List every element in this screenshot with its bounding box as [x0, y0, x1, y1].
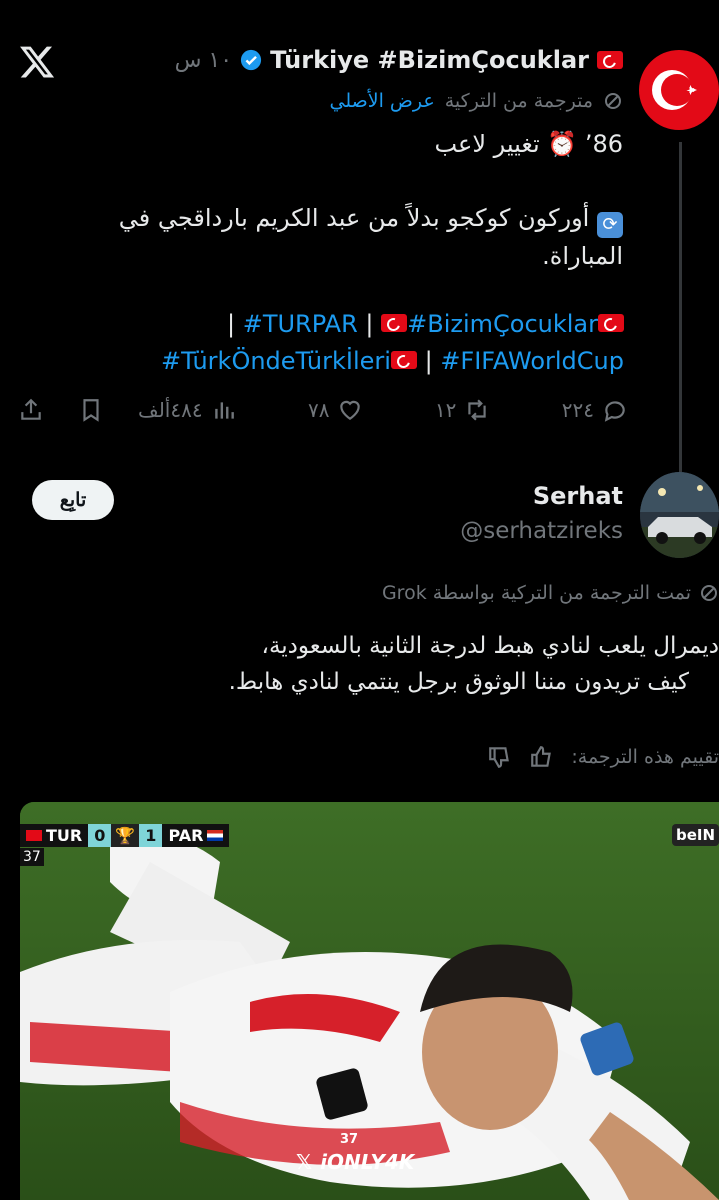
show-original-link[interactable]: عرض الأصلي: [330, 90, 435, 112]
home-team: TUR: [46, 825, 83, 845]
grok-translation-row: تمت الترجمة من التركية بواسطة Grok: [382, 582, 719, 604]
separator: |: [365, 310, 374, 338]
like-button[interactable]: ٧٨: [308, 397, 363, 423]
watermark-text: iONLY4K: [320, 1150, 415, 1174]
retweet-button[interactable]: ١٢: [435, 397, 490, 423]
grok-translation-label: تمت الترجمة من التركية بواسطة Grok: [381, 582, 691, 604]
translation-row: مترجمة من التركية عرض الأصلي: [330, 90, 624, 112]
turkey-flag-icon: [597, 51, 623, 69]
scorebug: TUR 0 🏆 1 PAR: [20, 822, 230, 848]
substitution-detail: أوركون كوكجو بدلاً من عبد الكريم بارداقج…: [118, 204, 623, 270]
home-score: 0: [88, 823, 112, 847]
hashtag-fifaworldcup[interactable]: #FIFAWorldCup: [440, 347, 624, 375]
away-score: 1: [139, 823, 163, 847]
x-logo-icon[interactable]: [18, 42, 56, 82]
author-avatar[interactable]: [639, 50, 719, 130]
tweet-time[interactable]: ١٠ س: [175, 48, 233, 73]
thumbs-up-icon[interactable]: [529, 744, 555, 770]
like-icon: [340, 400, 361, 420]
translate-icon: [605, 93, 621, 109]
hashtags: | #TURPAR | #BizimÇocuklar #TürkÖndeTürk…: [100, 306, 624, 380]
watermark: 𝕏 iONLY4K: [296, 1150, 414, 1174]
tweet-actions: ٤٨٤ألف ٧٨ ١٢ ٢٢٤: [18, 390, 628, 430]
retweets-count: ١٢: [434, 398, 457, 422]
substitution-label: تغيير لاعب: [434, 130, 540, 158]
views-button[interactable]: ٤٨٤ألف: [138, 397, 237, 423]
reply-author-handle[interactable]: @serhatzireks: [460, 518, 623, 544]
trophy-icon: 🏆: [111, 823, 140, 847]
reply-author-name[interactable]: Serhat: [533, 482, 623, 510]
reply-line-2: كيف تريدون مننا الوثوق برجل ينتمي لنادي …: [228, 669, 689, 695]
photo-scene: [20, 802, 719, 1200]
share-icon: [21, 398, 41, 420]
hashtag-bizimcocuklar[interactable]: #BizimÇocuklar: [407, 310, 598, 338]
repeat-emoji-icon: ⟳: [597, 212, 623, 238]
translate-icon: [701, 585, 717, 601]
share-button[interactable]: [18, 397, 44, 423]
x-logo-icon: 𝕏: [296, 1150, 313, 1174]
tweet-header: ١٠ س Türkiye #BizimÇocuklar: [175, 46, 623, 74]
rate-translation-label: تقييم هذه الترجمة:: [571, 746, 719, 768]
likes-count: ٧٨: [307, 398, 330, 422]
match-minute: 37: [20, 848, 44, 866]
paraguay-flag-icon: [207, 829, 224, 841]
separator: |: [424, 347, 433, 375]
verified-badge-icon: [240, 49, 262, 71]
views-icon: [214, 402, 234, 419]
views-count: ٤٨٤ألف: [138, 398, 203, 422]
reply-button[interactable]: ٢٢٤: [562, 397, 628, 423]
channel-logo: beIN: [671, 824, 719, 846]
hashtag-turpar[interactable]: #TURPAR: [243, 310, 358, 338]
replies-count: ٢٢٤: [561, 398, 594, 422]
turkey-flag-icon: [598, 314, 624, 332]
thread-line: [679, 142, 682, 472]
retweet-icon: [468, 399, 487, 421]
reply-body: ديمرال يلعب لنادي هبط لدرجة الثانية بالس…: [29, 628, 719, 700]
translated-label: مترجمة من التركية: [444, 90, 593, 112]
reply-avatar[interactable]: [640, 472, 719, 558]
turkey-flag-icon: [390, 351, 417, 369]
tweet-body: 86’ ⏰ تغيير لاعب ⟳ أوركون كوكجو بدلاً من…: [83, 126, 623, 304]
thumbs-down-icon[interactable]: [487, 744, 513, 770]
frame-number: 37: [340, 1132, 359, 1147]
turkey-flag-icon: [26, 829, 42, 841]
bookmark-button[interactable]: [78, 397, 104, 423]
rate-translation-row: تقييم هذه الترجمة:: [487, 744, 719, 770]
alarm-clock-icon: ⏰: [547, 130, 578, 158]
match-photo[interactable]: TUR 0 🏆 1 PAR 37 beIN 37 𝕏 iONLY4K: [20, 802, 719, 1200]
bookmark-icon: [83, 399, 99, 422]
follow-button[interactable]: تابِع: [32, 480, 114, 520]
hashtag-turkondeturkileri[interactable]: #TürkÖndeTürkİleri: [161, 347, 391, 375]
reply-line-1: ديمرال يلعب لنادي هبط لدرجة الثانية بالس…: [261, 633, 719, 659]
author-name[interactable]: Türkiye #BizimÇocuklar: [270, 46, 589, 74]
substitution-minute: 86’: [584, 130, 623, 158]
away-team: PAR: [168, 825, 204, 845]
turkey-flag-icon: [381, 314, 408, 332]
reply-icon: [604, 401, 625, 422]
separator: |: [226, 310, 236, 338]
